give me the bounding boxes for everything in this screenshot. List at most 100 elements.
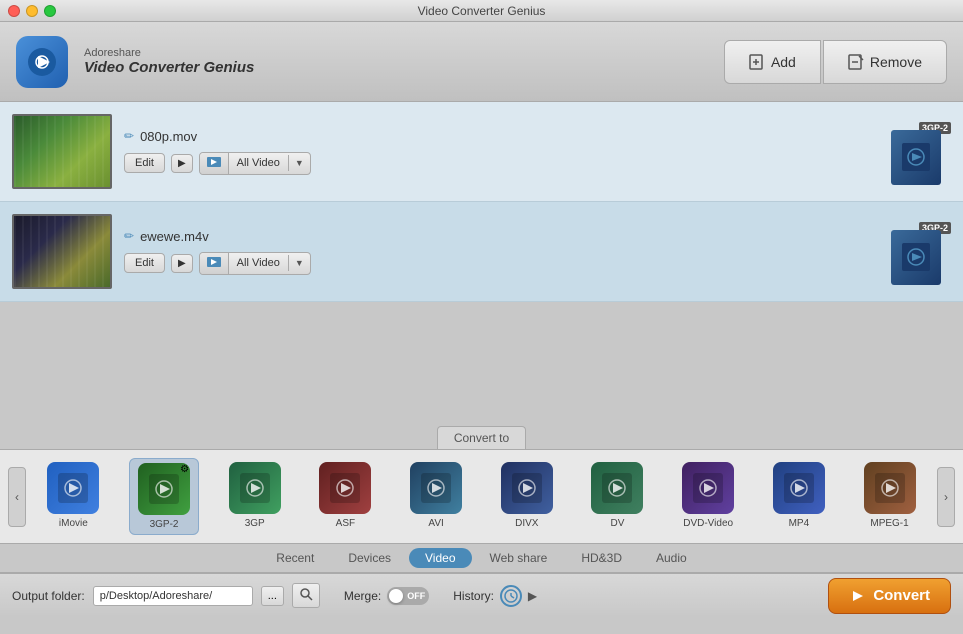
search-icon bbox=[299, 587, 313, 601]
format-scroll-area: ‹ iMovie ⚙ 3GP-2 bbox=[0, 458, 963, 535]
output-path-input[interactable] bbox=[93, 586, 253, 606]
format-item-divx[interactable]: DIVX bbox=[492, 458, 562, 535]
format-icon-2 bbox=[200, 253, 229, 274]
add-button[interactable]: Add bbox=[724, 40, 821, 84]
app-icon bbox=[16, 36, 68, 88]
scroll-right-arrow[interactable]: › bbox=[937, 467, 955, 527]
format-label-asf: ASF bbox=[336, 518, 355, 529]
format-label-dv: DV bbox=[611, 518, 625, 529]
convert-icon bbox=[849, 587, 867, 605]
remove-button[interactable]: Remove bbox=[823, 40, 947, 84]
format-label-divx: DIVX bbox=[515, 518, 538, 529]
format-label-imovie: iMovie bbox=[59, 518, 88, 529]
format-selector-2[interactable]: All Video ▼ bbox=[199, 252, 311, 275]
remove-icon bbox=[848, 54, 864, 70]
close-button[interactable] bbox=[8, 5, 20, 17]
format-tabs: RecentDevicesVideoWeb shareHD&3DAudio bbox=[0, 543, 963, 573]
format-item-dvd[interactable]: DVD-Video bbox=[673, 458, 743, 535]
brand-name: Adoreshare bbox=[84, 47, 254, 59]
tab-devices[interactable]: Devices bbox=[332, 548, 407, 568]
toggle-state: OFF bbox=[407, 591, 425, 601]
app-header: Adoreshare Video Converter Genius Add Re… bbox=[0, 22, 963, 102]
output-img-1 bbox=[891, 130, 941, 185]
merge-area: Merge: OFF bbox=[344, 587, 429, 605]
file-thumbnail-1 bbox=[12, 114, 112, 189]
format-label-dvd: DVD-Video bbox=[683, 518, 733, 529]
format-item-mpeg1[interactable]: MPEG-1 bbox=[855, 458, 925, 535]
format-icon-3gp2: ⚙ bbox=[138, 463, 190, 515]
file-name-row-2: ✏ ewewe.m4v bbox=[124, 229, 879, 244]
browse-button[interactable]: ... bbox=[261, 586, 284, 606]
history-arrow-icon: ▶ bbox=[528, 589, 537, 603]
tab-video[interactable]: Video bbox=[409, 548, 471, 568]
search-folder-button[interactable] bbox=[292, 583, 320, 608]
tab-hd&3d[interactable]: HD&3D bbox=[565, 548, 638, 568]
format-items: iMovie ⚙ 3GP-2 3GP bbox=[30, 458, 933, 535]
format-text-1: All Video bbox=[229, 154, 288, 172]
format-icon-imovie bbox=[47, 462, 99, 514]
app-full-name: Video Converter Genius bbox=[84, 59, 254, 76]
tab-web-share[interactable]: Web share bbox=[474, 548, 564, 568]
gear-badge-icon: ⚙ bbox=[180, 464, 189, 475]
maximize-button[interactable] bbox=[44, 5, 56, 17]
file-play-button-2[interactable]: ▶ bbox=[171, 254, 193, 273]
format-item-avi[interactable]: AVI bbox=[401, 458, 471, 535]
file-list: ✏ 080p.mov Edit ▶ All Video ▼ bbox=[0, 102, 963, 302]
history-area: History: ▶ bbox=[453, 585, 537, 607]
format-icon-avi bbox=[410, 462, 462, 514]
format-icon-divx bbox=[501, 462, 553, 514]
file-info-1: ✏ 080p.mov Edit ▶ All Video ▼ bbox=[112, 129, 891, 175]
minimize-button[interactable] bbox=[26, 5, 38, 17]
file-play-button-1[interactable]: ▶ bbox=[171, 154, 193, 173]
merge-label: Merge: bbox=[344, 589, 381, 603]
format-dropdown-arrow-1[interactable]: ▼ bbox=[288, 155, 310, 171]
title-bar: Video Converter Genius bbox=[0, 0, 963, 22]
format-icon-mpeg1 bbox=[864, 462, 916, 514]
format-label-mp4: MP4 bbox=[789, 518, 810, 529]
format-icon-dv bbox=[591, 462, 643, 514]
file-thumbnail-2 bbox=[12, 214, 112, 289]
format-icon-mp4 bbox=[773, 462, 825, 514]
format-label-3gp2: 3GP-2 bbox=[150, 519, 179, 530]
output-icon-2: 3GP-2 bbox=[891, 222, 951, 282]
format-label-mpeg1: MPEG-1 bbox=[870, 518, 908, 529]
file-info-2: ✏ ewewe.m4v Edit ▶ All Video ▼ bbox=[112, 229, 891, 275]
format-item-asf[interactable]: ASF bbox=[310, 458, 380, 535]
format-item-3gp2[interactable]: ⚙ 3GP-2 bbox=[129, 458, 199, 535]
app-name-block: Adoreshare Video Converter Genius bbox=[84, 47, 254, 76]
history-clock-icon[interactable] bbox=[500, 585, 522, 607]
file-name-2: ewewe.m4v bbox=[140, 229, 209, 244]
format-item-dv[interactable]: DV bbox=[582, 458, 652, 535]
format-dropdown-arrow-2[interactable]: ▼ bbox=[288, 255, 310, 271]
format-item-imovie[interactable]: iMovie bbox=[38, 458, 108, 535]
convert-to-bar: Convert to bbox=[0, 422, 963, 449]
window-controls bbox=[8, 5, 56, 17]
file-controls-1: Edit ▶ All Video ▼ bbox=[124, 152, 879, 175]
output-icon-1: 3GP-2 bbox=[891, 122, 951, 182]
merge-toggle[interactable]: OFF bbox=[387, 587, 429, 605]
output-folder-label: Output folder: bbox=[12, 589, 85, 603]
convert-to-label: Convert to bbox=[437, 426, 526, 449]
convert-label: Convert bbox=[873, 587, 930, 604]
header-actions: Add Remove bbox=[724, 40, 947, 84]
scroll-left-arrow[interactable]: ‹ bbox=[8, 467, 26, 527]
file-edit-button-2[interactable]: Edit bbox=[124, 253, 165, 273]
file-name-1: 080p.mov bbox=[140, 129, 197, 144]
tab-recent[interactable]: Recent bbox=[260, 548, 330, 568]
window-title: Video Converter Genius bbox=[418, 4, 546, 18]
edit-pencil-icon-1: ✏ bbox=[124, 129, 134, 143]
format-panel: ‹ iMovie ⚙ 3GP-2 bbox=[0, 449, 963, 543]
convert-button[interactable]: Convert bbox=[828, 578, 951, 614]
format-icon-asf bbox=[319, 462, 371, 514]
format-item-mp4[interactable]: MP4 bbox=[764, 458, 834, 535]
format-selector-1[interactable]: All Video ▼ bbox=[199, 152, 311, 175]
tab-audio[interactable]: Audio bbox=[640, 548, 703, 568]
format-label-3gp: 3GP bbox=[245, 518, 265, 529]
format-text-2: All Video bbox=[229, 254, 288, 272]
file-edit-button-1[interactable]: Edit bbox=[124, 153, 165, 173]
format-item-3gp[interactable]: 3GP bbox=[220, 458, 290, 535]
format-icon-3gp bbox=[229, 462, 281, 514]
format-icon-1 bbox=[200, 153, 229, 174]
empty-drop-area bbox=[0, 302, 963, 422]
file-item-1: ✏ 080p.mov Edit ▶ All Video ▼ bbox=[0, 102, 963, 202]
